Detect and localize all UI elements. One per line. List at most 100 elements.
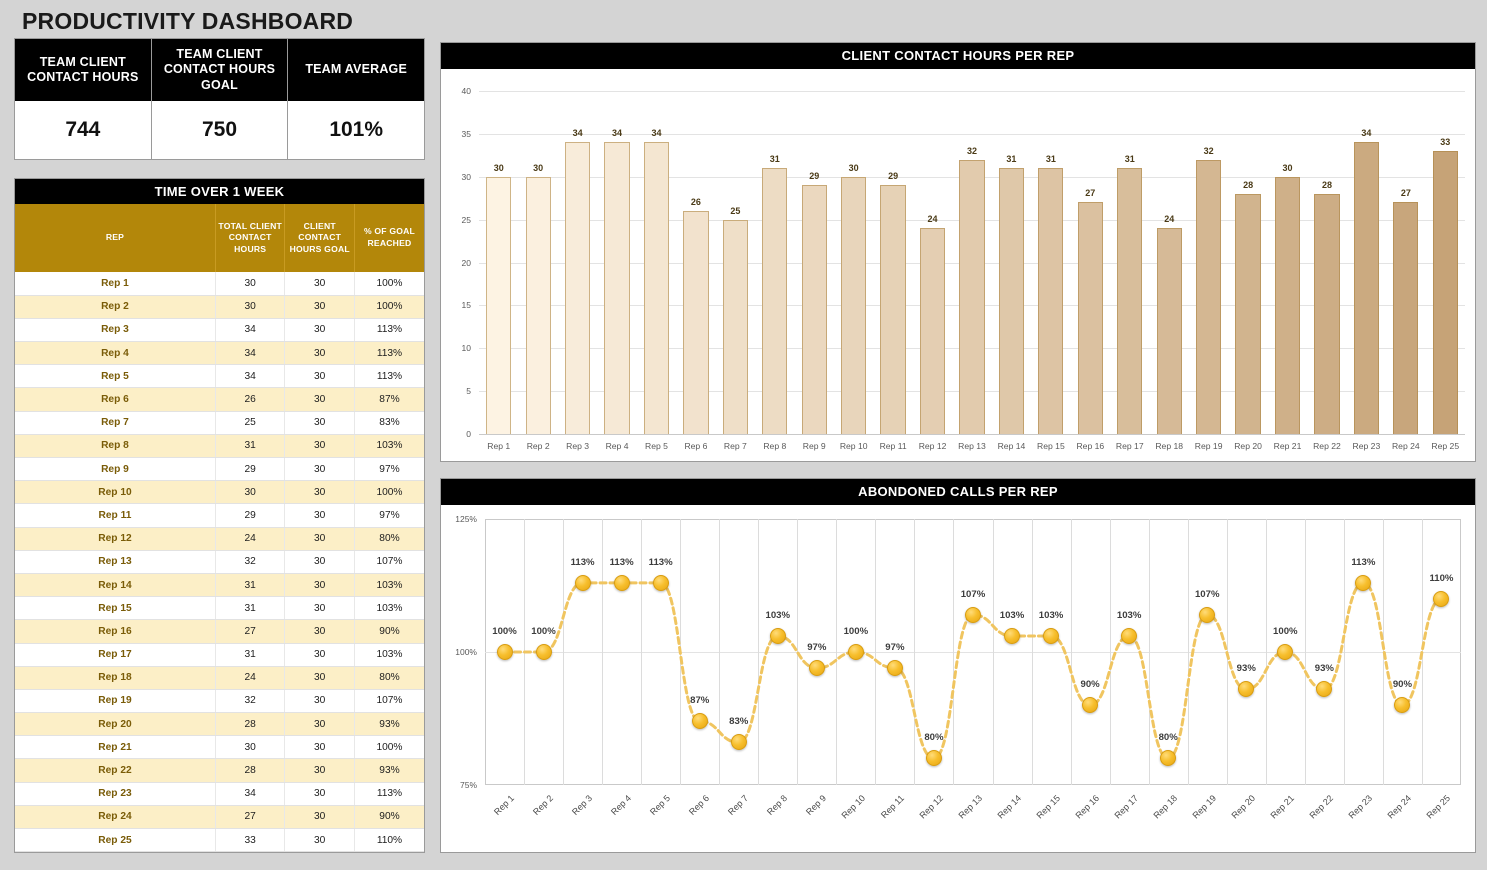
- cell-client-contact-hours-goal: 30: [285, 527, 355, 550]
- cell-rep: Rep 19: [15, 689, 215, 712]
- cell-pct-of-goal-reached: 90%: [354, 620, 424, 643]
- line-value-label: 90%: [1380, 679, 1424, 690]
- line-data-point: [1043, 628, 1059, 644]
- table-row: Rep 11293097%: [15, 504, 424, 527]
- line-value-label: 113%: [639, 557, 683, 568]
- table-row: Rep 9293097%: [15, 458, 424, 481]
- line-data-point: [848, 644, 864, 660]
- table-row: Rep 6263087%: [15, 388, 424, 411]
- bar-x-tick-label: Rep 2: [518, 441, 557, 451]
- cell-rep: Rep 20: [15, 713, 215, 736]
- kpi-card-group: TEAM CLIENT CONTACT HOURS 744 TEAM CLIEN…: [14, 38, 425, 160]
- line-value-label: 103%: [990, 610, 1034, 621]
- table-row: Rep 83130103%: [15, 434, 424, 457]
- cell-total-client-contact-hours: 31: [215, 434, 285, 457]
- cell-rep: Rep 6: [15, 388, 215, 411]
- bar-item: [1078, 202, 1103, 434]
- line-chart-panel: ABONDONED CALLS PER REP 75%100%125%100%R…: [440, 478, 1476, 853]
- cell-client-contact-hours-goal: 30: [285, 666, 355, 689]
- bar-x-tick-label: Rep 5: [637, 441, 676, 451]
- kpi-label: TEAM CLIENT CONTACT HOURS GOAL: [152, 39, 288, 101]
- line-data-point: [887, 660, 903, 676]
- bar-x-tick-label: Rep 8: [755, 441, 794, 451]
- bar-item: [1393, 202, 1418, 434]
- bar-value-label: 32: [959, 146, 984, 156]
- bar-x-tick-label: Rep 13: [952, 441, 991, 451]
- table-row: Rep 16273090%: [15, 620, 424, 643]
- line-value-label: 107%: [951, 589, 995, 600]
- bar-y-tick-label: 10: [441, 343, 471, 353]
- cell-total-client-contact-hours: 32: [215, 550, 285, 573]
- table-row: Rep 143130103%: [15, 573, 424, 596]
- bar-x-tick-label: Rep 7: [716, 441, 755, 451]
- bar-chart-body: 051015202530354030Rep 130Rep 234Rep 334R…: [441, 69, 1475, 461]
- table-row: Rep 153130103%: [15, 597, 424, 620]
- bar-x-tick-label: Rep 22: [1307, 441, 1346, 451]
- kpi-card-team-average: TEAM AVERAGE 101%: [288, 39, 424, 159]
- bar-item: [644, 142, 669, 434]
- cell-rep: Rep 21: [15, 736, 215, 759]
- bar-x-tick-label: Rep 19: [1189, 441, 1228, 451]
- cell-pct-of-goal-reached: 97%: [354, 504, 424, 527]
- cell-client-contact-hours-goal: 30: [285, 736, 355, 759]
- cell-total-client-contact-hours: 34: [215, 782, 285, 805]
- cell-total-client-contact-hours: 30: [215, 736, 285, 759]
- cell-rep: Rep 5: [15, 365, 215, 388]
- bar-value-label: 34: [644, 128, 669, 138]
- line-data-point: [770, 628, 786, 644]
- cell-client-contact-hours-goal: 30: [285, 318, 355, 341]
- cell-total-client-contact-hours: 25: [215, 411, 285, 434]
- line-data-point: [536, 644, 552, 660]
- cell-rep: Rep 8: [15, 434, 215, 457]
- cell-rep: Rep 15: [15, 597, 215, 620]
- cell-total-client-contact-hours: 30: [215, 295, 285, 318]
- cell-pct-of-goal-reached: 113%: [354, 342, 424, 365]
- bar-value-label: 24: [920, 214, 945, 224]
- bar-y-tick-label: 35: [441, 129, 471, 139]
- cell-pct-of-goal-reached: 113%: [354, 782, 424, 805]
- bar-item: [1117, 168, 1142, 434]
- cell-pct-of-goal-reached: 83%: [354, 411, 424, 434]
- bar-value-label: 34: [604, 128, 629, 138]
- cell-pct-of-goal-reached: 100%: [354, 481, 424, 504]
- cell-rep: Rep 4: [15, 342, 215, 365]
- cell-total-client-contact-hours: 29: [215, 504, 285, 527]
- bar-value-label: 27: [1393, 188, 1418, 198]
- cell-pct-of-goal-reached: 100%: [354, 736, 424, 759]
- line-value-label: 100%: [483, 626, 527, 637]
- bar-x-tick-label: Rep 11: [873, 441, 912, 451]
- cell-pct-of-goal-reached: 110%: [354, 829, 424, 852]
- cell-pct-of-goal-reached: 113%: [354, 365, 424, 388]
- column-header-rep: REP: [15, 204, 215, 272]
- bar-x-tick-label: Rep 21: [1268, 441, 1307, 451]
- line-data-point: [692, 713, 708, 729]
- cell-rep: Rep 25: [15, 829, 215, 852]
- cell-total-client-contact-hours: 29: [215, 458, 285, 481]
- cell-rep: Rep 17: [15, 643, 215, 666]
- kpi-label: TEAM AVERAGE: [288, 39, 424, 101]
- cell-rep: Rep 18: [15, 666, 215, 689]
- bar-x-tick-label: Rep 20: [1228, 441, 1267, 451]
- cell-rep: Rep 9: [15, 458, 215, 481]
- table-row: Rep 12243080%: [15, 527, 424, 550]
- table-row: Rep 24273090%: [15, 805, 424, 828]
- line-value-label: 100%: [1263, 626, 1307, 637]
- cell-total-client-contact-hours: 27: [215, 620, 285, 643]
- cell-total-client-contact-hours: 28: [215, 759, 285, 782]
- line-value-label: 113%: [1341, 557, 1385, 568]
- line-value-label: 103%: [756, 610, 800, 621]
- line-data-point: [1004, 628, 1020, 644]
- cell-pct-of-goal-reached: 103%: [354, 573, 424, 596]
- cell-pct-of-goal-reached: 103%: [354, 434, 424, 457]
- dashboard-root: PRODUCTIVITY DASHBOARD TEAM CLIENT CONTA…: [0, 0, 1487, 870]
- cell-total-client-contact-hours: 33: [215, 829, 285, 852]
- line-data-point: [1199, 607, 1215, 623]
- cell-pct-of-goal-reached: 93%: [354, 713, 424, 736]
- cell-rep: Rep 24: [15, 805, 215, 828]
- cell-rep: Rep 1: [15, 272, 215, 295]
- kpi-value: 744: [15, 101, 151, 159]
- line-value-label: 113%: [561, 557, 605, 568]
- bar-item: [959, 160, 984, 434]
- cell-pct-of-goal-reached: 90%: [354, 805, 424, 828]
- cell-total-client-contact-hours: 31: [215, 643, 285, 666]
